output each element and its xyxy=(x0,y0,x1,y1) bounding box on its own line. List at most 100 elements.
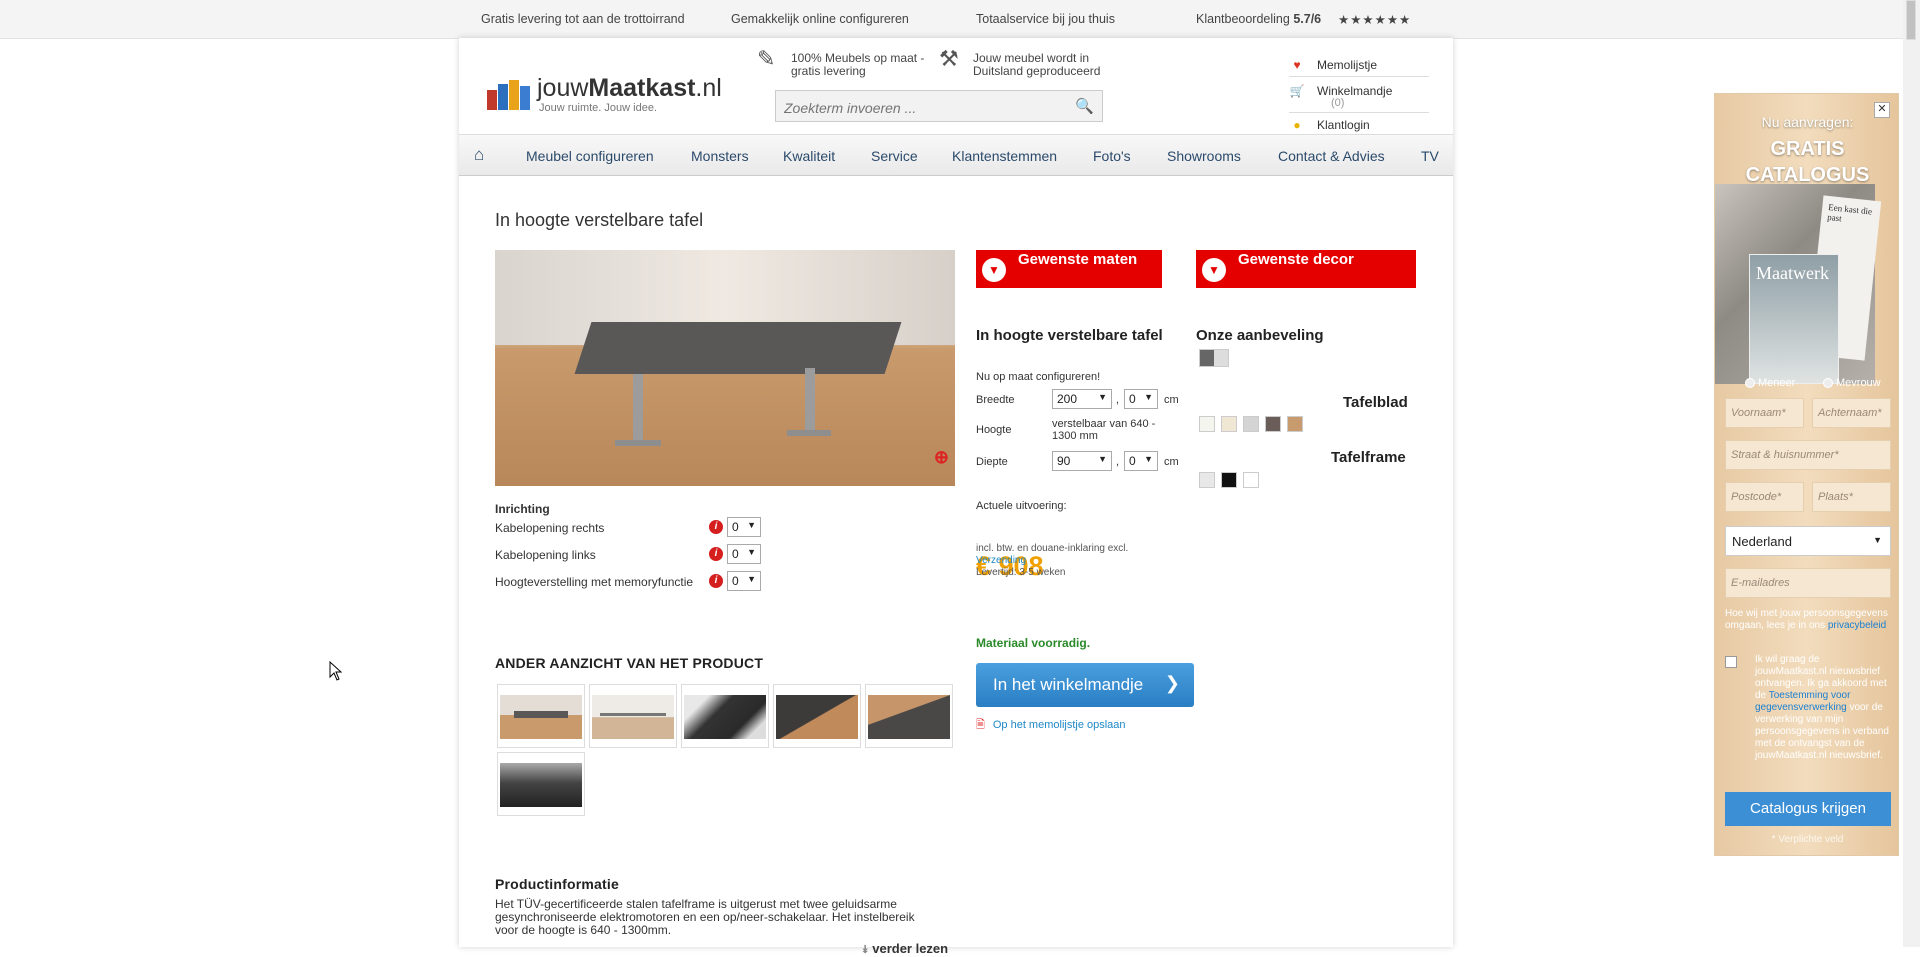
voornaam-field[interactable]: Voornaam* xyxy=(1725,398,1804,428)
breedte-mm-select[interactable]: 0 ▼ xyxy=(1124,389,1158,409)
stock-status: Materiaal voorradig. xyxy=(976,636,1091,650)
plaats-field[interactable]: Plaats* xyxy=(1812,482,1891,512)
catalog-popup: ✕ Nu aanvragen: GRATIS CATALOGUS Een kas… xyxy=(1714,93,1899,856)
add-to-cart-button[interactable]: In het winkelmandje ❯ xyxy=(976,663,1194,707)
color-swatch[interactable] xyxy=(1221,472,1237,488)
chevron-down-icon: ▼ xyxy=(747,574,756,584)
option-select-kabel-links[interactable]: 0 ▼ xyxy=(727,544,761,564)
tools-icon: ⚒ xyxy=(939,46,959,71)
zoom-icon[interactable]: ⊕ xyxy=(934,447,949,468)
search-icon[interactable]: 🔍 xyxy=(1075,97,1094,115)
logo-icon xyxy=(487,78,531,110)
thumbnail[interactable] xyxy=(681,684,769,748)
catalog-image: Een kast die past Maatwerk xyxy=(1715,184,1882,384)
chevron-down-icon: ▼ xyxy=(1144,454,1153,464)
achternaam-field[interactable]: Achternaam* xyxy=(1812,398,1891,428)
thumbnail[interactable] xyxy=(589,684,677,748)
read-more-link[interactable]: ⯯ verder lezen xyxy=(862,941,948,957)
config-intro: Nu op maat configureren! xyxy=(976,371,1101,383)
tafelblad-label: Tafelblad xyxy=(1343,394,1408,411)
chevron-down-icon: ▼ xyxy=(1098,392,1107,402)
popup-line1: Nu aanvragen: xyxy=(1761,114,1854,130)
page-scrollbar[interactable] xyxy=(1903,0,1920,947)
color-swatch[interactable] xyxy=(1199,472,1215,488)
diepte-mm-select[interactable]: 0 ▼ xyxy=(1124,451,1158,471)
hoogte-label: Hoogte xyxy=(976,424,1012,436)
nav-kwaliteit[interactable]: Kwaliteit xyxy=(783,148,835,164)
page-container: jouwMaatkast.nl Jouw ruimte. Jouw idee. … xyxy=(459,38,1453,956)
consent-text: Ik wil graag de jouwMaatkast.nl nieuwsbr… xyxy=(1755,654,1889,761)
chevron-down-icon: ▼ xyxy=(1202,258,1226,282)
delivery-time: Levertijd: 3-5 weken xyxy=(976,567,1066,578)
country-select[interactable]: Nederland ▼ xyxy=(1725,526,1891,556)
color-swatch[interactable] xyxy=(1243,472,1259,488)
street-field[interactable]: Straat & huisnummer* xyxy=(1725,440,1891,470)
option-label-kabel-links: Kabelopening links xyxy=(495,548,596,562)
scrollbar-thumb[interactable] xyxy=(1906,0,1916,40)
nav-showrooms[interactable]: Showrooms xyxy=(1167,148,1241,164)
color-swatch[interactable] xyxy=(1221,416,1237,432)
chevron-right-icon: ❯ xyxy=(1164,673,1180,693)
search-box: 🔍 xyxy=(775,90,1103,122)
rating-label[interactable]: Klantbeoordeling 5.7/6 xyxy=(1196,12,1321,26)
thumbnail[interactable] xyxy=(773,684,861,748)
user-icon: ● xyxy=(1293,118,1301,132)
email-field[interactable]: E-mailadres xyxy=(1725,568,1891,598)
consent-link[interactable]: Toestemming voor gegevensverwerking xyxy=(1755,690,1850,713)
rating-value: 5.7/6 xyxy=(1293,12,1322,26)
option-select-kabel-rechts[interactable]: 0 ▼ xyxy=(727,517,761,537)
gewenste-maten-button[interactable]: ▼ Gewenste maten xyxy=(976,250,1162,288)
option-label-kabel-rechts: Kabelopening rechts xyxy=(495,521,605,535)
option-select-memory[interactable]: 0 ▼ xyxy=(727,571,761,591)
diepte-select[interactable]: 90 ▼ xyxy=(1052,451,1112,471)
nav-meubel-configureren[interactable]: Meubel configureren xyxy=(526,148,654,164)
recommended-swatch[interactable] xyxy=(1199,349,1229,367)
usp-online-config: Gemakkelijk online configureren xyxy=(731,12,909,26)
usp-made-to-measure: ✎ 100% Meubels op maat - gratis levering xyxy=(757,46,925,78)
other-views-heading: ANDER AANZICHT VAN HET PRODUCT xyxy=(495,655,764,671)
color-swatch[interactable] xyxy=(1243,416,1259,432)
heart-icon: ♥ xyxy=(1293,58,1301,72)
nav-tv[interactable]: TV xyxy=(1421,148,1439,164)
thumbnail[interactable] xyxy=(497,684,585,748)
color-swatch[interactable] xyxy=(1265,416,1281,432)
postcode-field[interactable]: Postcode* xyxy=(1725,482,1804,512)
info-icon[interactable]: i xyxy=(709,574,723,588)
diepte-label: Diepte xyxy=(976,456,1008,468)
info-icon[interactable]: i xyxy=(709,547,723,561)
product-info-text: Het TÜV-gecertificeerde stalen tafelfram… xyxy=(495,897,915,937)
top-usp-bar: Gratis levering tot aan de trottoirrand … xyxy=(0,0,1920,39)
product-main-image[interactable]: ⊕ xyxy=(495,250,955,486)
newsletter-checkbox[interactable] xyxy=(1725,656,1737,668)
home-icon[interactable]: ⌂ xyxy=(474,145,484,165)
nav-service[interactable]: Service xyxy=(871,148,918,164)
privacy-link[interactable]: privacybeleid xyxy=(1828,620,1886,631)
recommendation-heading: Onze aanbeveling xyxy=(1196,327,1324,344)
radio-mevrouw[interactable]: Mevrouw xyxy=(1823,377,1881,389)
radio-meneer[interactable]: Meneer xyxy=(1745,377,1795,389)
catalog-submit-button[interactable]: Catalogus krijgen xyxy=(1725,792,1891,826)
required-note: * Verplichte veld xyxy=(1771,834,1844,845)
nav-contact-advies[interactable]: Contact & Advies xyxy=(1278,148,1385,164)
nav-fotos[interactable]: Foto's xyxy=(1093,148,1131,164)
nav-monsters[interactable]: Monsters xyxy=(691,148,749,164)
info-icon[interactable]: i xyxy=(709,520,723,534)
popup-title: GRATIS CATALOGUS xyxy=(1745,138,1870,186)
color-swatch[interactable] xyxy=(1199,416,1215,432)
inrichting-heading: Inrichting xyxy=(495,502,550,516)
shipping-link[interactable]: Verzending xyxy=(976,555,1026,566)
logo-tagline: Jouw ruimte. Jouw idee. xyxy=(539,102,657,114)
price-note: incl. btw. en douane-inklaring excl. xyxy=(976,543,1129,554)
usp-free-delivery: Gratis levering tot aan de trottoirrand xyxy=(481,12,685,26)
thumbnail[interactable] xyxy=(497,752,585,816)
color-swatch[interactable] xyxy=(1287,416,1303,432)
search-input[interactable] xyxy=(782,97,1066,119)
chevron-double-down-icon: ⯯ xyxy=(862,944,869,956)
nav-klantenstemmen[interactable]: Klantenstemmen xyxy=(952,148,1057,164)
logo-text: jouwMaatkast.nl xyxy=(537,74,722,102)
gewenste-decor-button[interactable]: ▼ Gewenste decor xyxy=(1196,250,1416,288)
thumbnail[interactable] xyxy=(865,684,953,748)
save-to-memo-link[interactable]: 🗎 Op het memolijstje opslaan xyxy=(976,716,1126,735)
usp-total-service: Totaalservice bij jou thuis xyxy=(976,12,1115,26)
breedte-select[interactable]: 200 ▼ xyxy=(1052,389,1112,409)
